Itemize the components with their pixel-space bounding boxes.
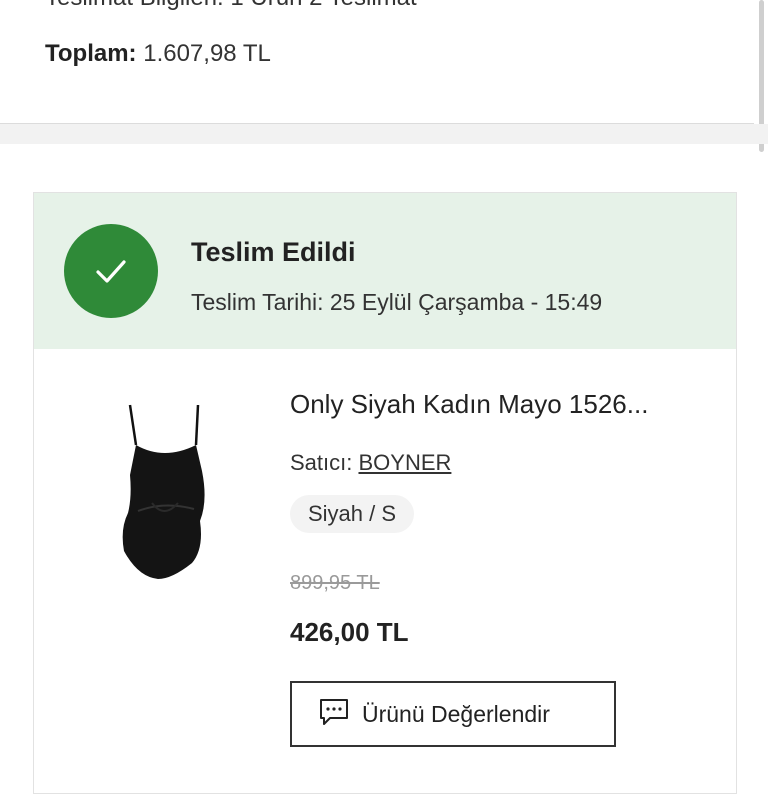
section-divider bbox=[0, 124, 768, 144]
product-image[interactable] bbox=[116, 401, 216, 583]
shipment-card: Teslim Edildi Teslim Tarihi: 25 Eylül Ça… bbox=[33, 192, 737, 794]
order-total-value: 1.607,98 TL bbox=[143, 40, 271, 67]
review-button-label: Ürünü Değerlendir bbox=[362, 700, 550, 727]
delivered-check-icon bbox=[64, 224, 158, 318]
delivery-date: Teslim Tarihi: 25 Eylül Çarşamba - 15:49 bbox=[191, 289, 603, 315]
order-summary-card: Teslimat Bilgileri: 1 Ürün 2 Teslimat To… bbox=[0, 0, 754, 124]
comment-icon bbox=[318, 697, 350, 732]
order-total: Toplam: 1.607,98 TL bbox=[45, 40, 271, 68]
product-name[interactable]: Only Siyah Kadın Mayo 1526... bbox=[290, 389, 720, 420]
delivery-status-banner: Teslim Edildi Teslim Tarihi: 25 Eylül Ça… bbox=[34, 193, 736, 349]
seller-label: Satıcı: bbox=[290, 450, 353, 475]
seller-link[interactable]: BOYNER bbox=[358, 450, 451, 475]
current-price: 426,00 TL bbox=[290, 617, 409, 647]
old-price: 899,95 TL bbox=[290, 572, 380, 594]
delivery-info-partial: Teslimat Bilgileri: 1 Ürün 2 Teslimat bbox=[45, 0, 417, 12]
seller-row: Satıcı: BOYNER bbox=[290, 450, 451, 476]
delivery-status-title: Teslim Edildi bbox=[191, 237, 356, 267]
variant-badge: Siyah / S bbox=[290, 495, 415, 533]
order-total-label: Toplam: bbox=[45, 40, 137, 67]
review-product-button[interactable]: Ürünü Değerlendir bbox=[290, 681, 616, 747]
